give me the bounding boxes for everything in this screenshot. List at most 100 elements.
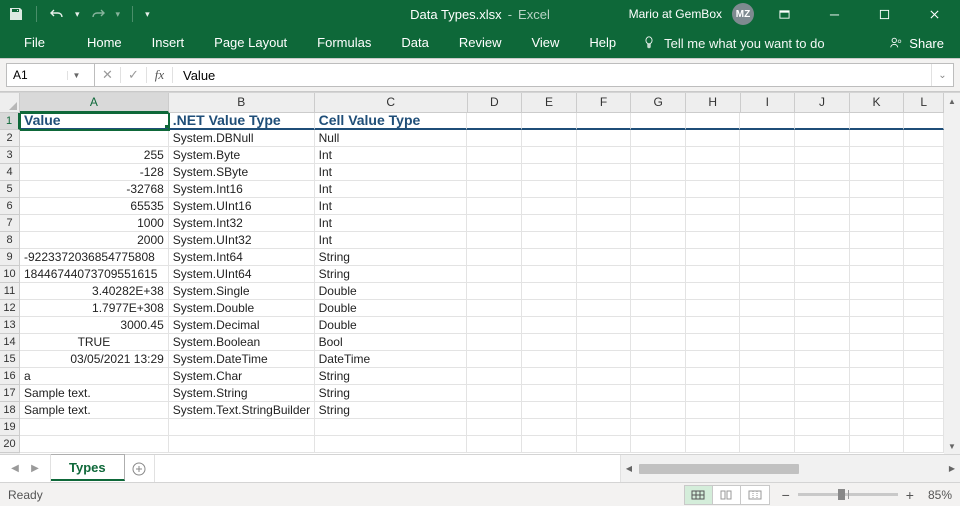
row-header-9[interactable]: 9 — [0, 249, 20, 266]
tab-help[interactable]: Help — [575, 28, 630, 58]
cell[interactable] — [850, 368, 905, 385]
column-header-a[interactable]: A — [20, 93, 169, 113]
cell[interactable] — [467, 266, 522, 283]
cell[interactable] — [904, 351, 944, 368]
cell-c17[interactable]: String — [315, 385, 468, 402]
cell-a10[interactable]: 18446744073709551615 — [20, 266, 169, 283]
expand-formula-bar-icon[interactable]: ⌄ — [931, 64, 953, 86]
fx-icon[interactable]: fx — [147, 67, 173, 83]
cell[interactable] — [850, 351, 905, 368]
column-header-e[interactable]: E — [522, 93, 577, 113]
cell[interactable] — [467, 147, 522, 164]
cell-c15[interactable]: DateTime — [315, 351, 468, 368]
tab-view[interactable]: View — [517, 28, 573, 58]
cell[interactable] — [740, 198, 795, 215]
tell-me-search[interactable]: Tell me what you want to do — [642, 36, 824, 51]
cell[interactable] — [904, 402, 944, 419]
cell[interactable] — [522, 164, 577, 181]
cell[interactable] — [904, 266, 944, 283]
cell[interactable] — [577, 249, 632, 266]
row-header-10[interactable]: 10 — [0, 266, 20, 283]
cell-c11[interactable]: Double — [315, 283, 468, 300]
cell[interactable] — [904, 113, 944, 130]
cell[interactable] — [795, 181, 850, 198]
cell[interactable] — [522, 215, 577, 232]
cell[interactable] — [740, 266, 795, 283]
cell[interactable] — [522, 351, 577, 368]
cell-b15[interactable]: System.DateTime — [169, 351, 315, 368]
cell-c19[interactable] — [315, 419, 468, 436]
row-header-6[interactable]: 6 — [0, 198, 20, 215]
cell[interactable] — [522, 300, 577, 317]
cell[interactable] — [577, 300, 632, 317]
cell[interactable] — [631, 436, 686, 453]
cell[interactable] — [795, 317, 850, 334]
cell-c1[interactable]: Cell Value Type — [315, 113, 468, 130]
undo-dropdown-icon[interactable]: ▾ — [75, 9, 80, 20]
cell[interactable] — [631, 317, 686, 334]
cell-b9[interactable]: System.Int64 — [169, 249, 315, 266]
cell[interactable] — [631, 232, 686, 249]
cell[interactable] — [467, 181, 522, 198]
cell[interactable] — [740, 249, 795, 266]
cell[interactable] — [577, 334, 632, 351]
cell-a15[interactable]: 03/05/2021 13:29 — [20, 351, 169, 368]
zoom-out-button[interactable]: − — [782, 487, 790, 503]
cell[interactable] — [467, 300, 522, 317]
row-header-5[interactable]: 5 — [0, 181, 20, 198]
cell[interactable] — [740, 147, 795, 164]
cell[interactable] — [686, 402, 741, 419]
scroll-right-icon[interactable]: ▶ — [944, 464, 960, 473]
cell[interactable] — [850, 164, 905, 181]
redo-dropdown-icon[interactable]: ▾ — [116, 9, 121, 20]
cell[interactable] — [740, 402, 795, 419]
cell[interactable] — [795, 283, 850, 300]
cell[interactable] — [850, 266, 905, 283]
cell-c16[interactable]: String — [315, 368, 468, 385]
close-button[interactable] — [914, 0, 954, 28]
cell-a4[interactable]: -128 — [20, 164, 169, 181]
cell[interactable] — [850, 283, 905, 300]
cell[interactable] — [631, 283, 686, 300]
cell[interactable] — [850, 334, 905, 351]
cell[interactable] — [740, 232, 795, 249]
row-header-14[interactable]: 14 — [0, 334, 20, 351]
cell[interactable] — [631, 249, 686, 266]
cell[interactable] — [467, 249, 522, 266]
cell[interactable] — [577, 368, 632, 385]
cell[interactable] — [522, 283, 577, 300]
column-header-d[interactable]: D — [468, 93, 523, 113]
cell-b17[interactable]: System.String — [169, 385, 315, 402]
select-all-corner[interactable] — [0, 93, 20, 113]
cell-a16[interactable]: a — [20, 368, 169, 385]
row-header-4[interactable]: 4 — [0, 164, 20, 181]
cell[interactable] — [577, 283, 632, 300]
cancel-formula-icon[interactable]: ✕ — [95, 67, 121, 83]
cell[interactable] — [631, 402, 686, 419]
maximize-button[interactable] — [864, 0, 904, 28]
cell[interactable] — [577, 181, 632, 198]
cell-c12[interactable]: Double — [315, 300, 468, 317]
cell[interactable] — [850, 249, 905, 266]
row-header-15[interactable]: 15 — [0, 351, 20, 368]
column-header-j[interactable]: J — [795, 93, 850, 113]
save-icon[interactable] — [8, 6, 24, 22]
cell[interactable] — [795, 130, 850, 147]
cell-b14[interactable]: System.Boolean — [169, 334, 315, 351]
cell-a7[interactable]: 1000 — [20, 215, 169, 232]
cells[interactable]: Value.NET Value TypeCell Value TypeSyste… — [20, 113, 944, 454]
cell[interactable] — [904, 300, 944, 317]
cell[interactable] — [686, 147, 741, 164]
cell[interactable] — [904, 249, 944, 266]
cell[interactable] — [522, 402, 577, 419]
cell[interactable] — [522, 419, 577, 436]
sheet-nav-next-icon[interactable]: ▶ — [26, 463, 44, 474]
cell[interactable] — [904, 368, 944, 385]
spreadsheet-grid[interactable]: ABCDEFGHIJKL 123456789101112131415161718… — [0, 92, 960, 454]
cell-b12[interactable]: System.Double — [169, 300, 315, 317]
cell[interactable] — [522, 232, 577, 249]
add-sheet-icon[interactable] — [125, 455, 155, 482]
cell-a9[interactable]: -9223372036854775808 — [20, 249, 169, 266]
cell[interactable] — [467, 368, 522, 385]
cell[interactable] — [577, 113, 632, 130]
